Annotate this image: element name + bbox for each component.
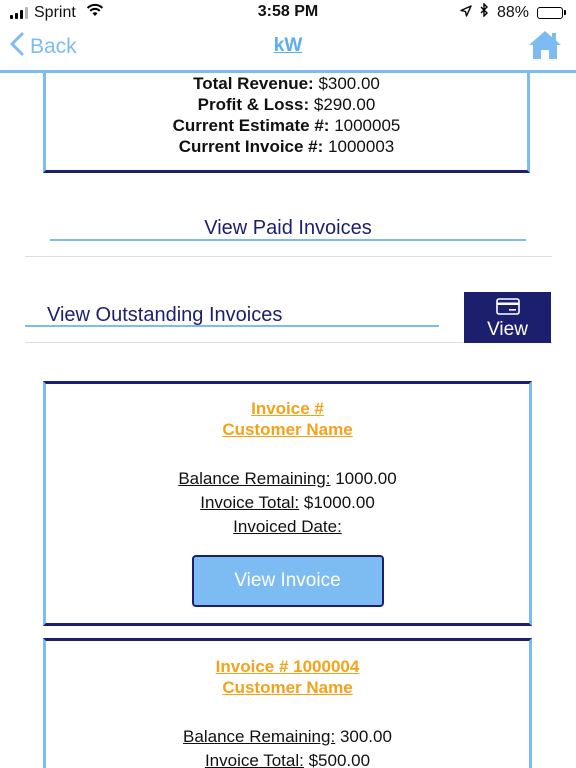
nav-bar: Back kW [0, 24, 576, 70]
view-outstanding-invoices-link[interactable]: View Outstanding Invoices [47, 304, 282, 327]
view-invoice-button[interactable]: View Invoice [191, 555, 384, 607]
total-label: Invoice Total: [200, 493, 300, 512]
view-button-label: View [487, 319, 528, 340]
current-estimate-row: Current Estimate #: 1000005 [46, 115, 527, 136]
home-button[interactable] [528, 30, 562, 65]
profit-loss-value: $290.00 [313, 95, 376, 114]
customer-name-link[interactable]: Customer Name [46, 677, 529, 698]
nav-title[interactable]: kW [0, 35, 576, 57]
balance-label: Balance Remaining: [178, 469, 331, 488]
balance-row: Balance Remaining: 1000.00 [46, 467, 529, 491]
battery-percent: 88% [496, 3, 529, 21]
total-revenue-row: Total Revenue: $300.00 [46, 73, 527, 94]
current-estimate-value: 1000005 [334, 116, 401, 135]
invoice-details: Balance Remaining: 1000.00 Invoice Total… [46, 467, 529, 539]
invoice-number-link[interactable]: Invoice # 1000004 [46, 656, 529, 677]
profit-loss-label: Profit & Loss: [197, 95, 310, 114]
invoice-details: Balance Remaining: 300.00 Invoice Total:… [46, 725, 529, 768]
date-label: Invoiced Date: [233, 517, 342, 536]
current-invoice-label: Current Invoice #: [178, 137, 324, 156]
invoice-card: Invoice # 1000004 Customer Name Balance … [43, 638, 532, 768]
paid-invoices-underline [50, 239, 526, 241]
total-label: Invoice Total: [204, 751, 304, 768]
total-revenue-label: Total Revenue: [193, 74, 314, 93]
home-icon [528, 31, 562, 64]
bluetooth-icon [480, 2, 489, 22]
total-value: $500.00 [308, 751, 371, 768]
divider [25, 256, 552, 257]
total-row: Invoice Total: $500.00 [46, 749, 529, 768]
profit-loss-row: Profit & Loss: $290.00 [46, 94, 527, 115]
status-right: 88% [460, 2, 566, 22]
outstanding-invoices-underline [25, 325, 439, 327]
view-paid-invoices-link[interactable]: View Paid Invoices [0, 217, 576, 240]
total-row: Invoice Total: $1000.00 [46, 491, 529, 515]
status-bar: Sprint 3:58 PM 88% [0, 0, 576, 24]
location-arrow-icon [460, 4, 472, 22]
total-revenue-value: $300.00 [318, 74, 380, 93]
balance-label: Balance Remaining: [183, 727, 336, 746]
summary-card: Total Revenue: $300.00 Profit & Loss: $2… [43, 73, 530, 173]
balance-row: Balance Remaining: 300.00 [46, 725, 529, 749]
balance-value: 300.00 [339, 727, 392, 746]
battery-icon [537, 6, 566, 19]
credit-card-icon [496, 298, 520, 321]
current-invoice-row: Current Invoice #: 1000003 [46, 136, 527, 157]
invoice-card: Invoice # Customer Name Balance Remainin… [43, 381, 532, 626]
balance-value: 1000.00 [335, 469, 397, 488]
date-row: Invoiced Date: [46, 515, 529, 539]
invoice-number-link[interactable]: Invoice # [46, 398, 529, 419]
total-value: $1000.00 [303, 493, 375, 512]
customer-name-link[interactable]: Customer Name [46, 419, 529, 440]
current-estimate-label: Current Estimate #: [172, 116, 330, 135]
current-invoice-value: 1000003 [328, 137, 395, 156]
view-outstanding-button[interactable]: View [464, 292, 551, 343]
